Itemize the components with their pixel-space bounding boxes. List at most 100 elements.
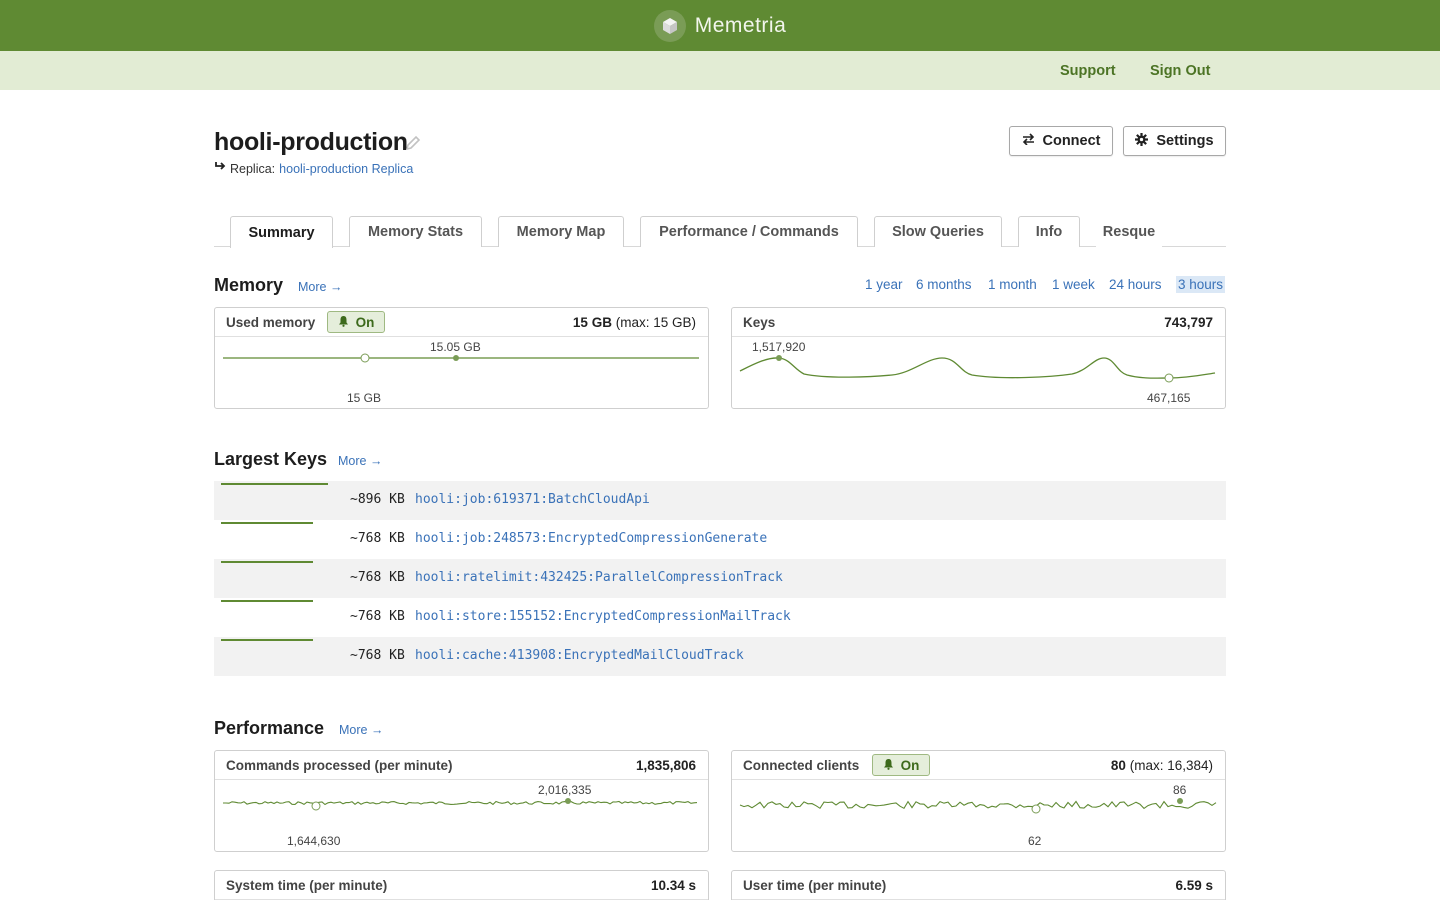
- range-24-hours[interactable]: 24 hours: [1107, 276, 1164, 293]
- system-time-value: 10.34 s: [650, 878, 696, 893]
- system-time-value-wrap: 10.34 s: [651, 878, 696, 893]
- used-memory-alert-toggle[interactable]: On: [327, 311, 385, 333]
- tab-slow-queries[interactable]: Slow Queries: [874, 216, 1002, 247]
- settings-button[interactable]: Settings: [1123, 126, 1226, 156]
- commands-min-marker: [311, 801, 321, 811]
- list-item: ~768 KB hooli:cache:413908:EncryptedMail…: [214, 637, 1226, 676]
- clients-alert-label: On: [900, 757, 920, 773]
- user-time-label: User time (per minute): [743, 878, 887, 893]
- key-size: ~896 KB: [350, 492, 405, 507]
- largest-keys-more-link[interactable]: More →: [338, 454, 382, 468]
- used-memory-min-label: 15 GB: [347, 391, 382, 405]
- clients-min-label: 62: [1028, 834, 1042, 848]
- range-1-week[interactable]: 1 week: [1050, 276, 1097, 293]
- performance-heading: Performance: [214, 718, 325, 738]
- used-memory-max: (max: 15 GB): [615, 315, 696, 330]
- key-size-bar: [221, 639, 313, 641]
- commands-value-wrap: 1,835,806: [636, 758, 696, 773]
- connect-button[interactable]: Connect: [1009, 126, 1113, 156]
- tab-summary[interactable]: Summary: [230, 216, 333, 248]
- user-time-value: 6.59 s: [1175, 878, 1213, 893]
- performance-more-link[interactable]: More →: [339, 723, 383, 737]
- key-name-link[interactable]: hooli:store:155152:EncryptedCompressionM…: [415, 609, 791, 624]
- key-size-bar: [221, 483, 328, 485]
- key-size-bar: [221, 522, 313, 524]
- clients-value: 80: [1110, 758, 1126, 773]
- system-time-label: System time (per minute): [226, 878, 388, 893]
- app-header: Memetria: [0, 0, 1440, 51]
- support-link[interactable]: Support: [1060, 63, 1116, 79]
- tab-memory-stats[interactable]: Memory Stats: [349, 216, 482, 247]
- key-name-link[interactable]: hooli:job:619371:BatchCloudApi: [415, 492, 650, 507]
- used-memory-value: 15 GB: [572, 315, 612, 330]
- commands-max-marker: [565, 798, 571, 804]
- range-6-months[interactable]: 6 months: [914, 276, 974, 293]
- commands-value: 1,835,806: [635, 758, 696, 773]
- key-name-link[interactable]: hooli:cache:413908:EncryptedMailCloudTra…: [415, 648, 744, 663]
- keys-max-label: 1,517,920: [752, 340, 806, 354]
- clients-card: Connected clients On 80 (max: 16,384) 86…: [731, 750, 1226, 852]
- key-name-link[interactable]: hooli:job:248573:EncryptedCompressionGen…: [415, 531, 767, 546]
- memory-more-link[interactable]: More →: [298, 280, 342, 294]
- used-memory-max-marker: [453, 355, 459, 361]
- keys-card: Keys 743,797 1,517,920 467,165: [731, 307, 1226, 409]
- bell-icon: [883, 758, 901, 773]
- tab-info[interactable]: Info: [1018, 216, 1080, 247]
- clients-chart: 86 62: [732, 780, 1225, 852]
- list-item: ~768 KB hooli:job:248573:EncryptedCompre…: [214, 520, 1226, 559]
- clients-max-marker: [1177, 798, 1183, 804]
- commands-max-label: 2,016,335: [538, 783, 592, 797]
- keys-value: 743,797: [1164, 315, 1213, 330]
- pencil-icon[interactable]: [405, 135, 421, 156]
- sign-out-link[interactable]: Sign Out: [1150, 63, 1210, 79]
- clients-line: [739, 800, 1217, 810]
- commands-label: Commands processed (per minute): [226, 758, 453, 773]
- key-size: ~768 KB: [350, 609, 405, 624]
- replica-link[interactable]: hooli-production Replica: [279, 162, 413, 176]
- commands-card: Commands processed (per minute) 1,835,80…: [214, 750, 709, 852]
- commands-min-label: 1,644,630: [287, 834, 341, 848]
- key-size: ~768 KB: [350, 648, 405, 663]
- list-item: ~768 KB hooli:store:155152:EncryptedComp…: [214, 598, 1226, 637]
- user-time-value-wrap: 6.59 s: [1175, 878, 1213, 893]
- tab-memory-map[interactable]: Memory Map: [498, 216, 624, 247]
- tab-resque[interactable]: Resque: [1096, 216, 1162, 247]
- range-1-year[interactable]: 1 year: [863, 276, 905, 293]
- keys-min-marker: [1164, 373, 1174, 383]
- settings-label: Settings: [1156, 133, 1214, 149]
- used-memory-label: Used memory: [226, 315, 316, 330]
- range-3-hours[interactable]: 3 hours: [1176, 276, 1226, 293]
- key-size: ~768 KB: [350, 570, 405, 585]
- used-memory-chart: 15.05 GB 15 GB: [215, 337, 708, 409]
- keys-line: [739, 357, 1216, 379]
- range-1-month[interactable]: 1 month: [986, 276, 1039, 293]
- app-name: Memetria: [694, 13, 787, 37]
- keys-label: Keys: [743, 315, 776, 330]
- clients-alert-toggle[interactable]: On: [872, 754, 930, 776]
- commands-line: [223, 800, 698, 806]
- swap-arrows-icon: [1022, 133, 1043, 149]
- largest-keys-list: ~896 KB hooli:job:619371:BatchCloudApi ~…: [214, 481, 1226, 676]
- keys-value-wrap: 743,797: [1164, 315, 1213, 330]
- bell-icon: [338, 315, 356, 330]
- largest-keys-heading: Largest Keys: [214, 449, 328, 469]
- keys-max-marker: [776, 355, 782, 361]
- clients-max: (max: 16,384): [1129, 758, 1213, 773]
- tab-performance-commands[interactable]: Performance / Commands: [640, 216, 858, 247]
- key-name-link[interactable]: hooli:ratelimit:432425:ParallelCompressi…: [415, 570, 783, 585]
- commands-chart: 2,016,335 1,644,630: [215, 780, 708, 852]
- page-title: hooli-production: [214, 128, 408, 156]
- clients-value-wrap: 80 (max: 16,384): [1111, 758, 1213, 773]
- used-memory-value-wrap: 15 GB (max: 15 GB): [573, 315, 696, 330]
- replica-label: Replica:: [230, 161, 276, 176]
- clients-min-marker: [1031, 804, 1041, 814]
- clients-max-label: 86: [1173, 783, 1187, 797]
- used-memory-card: Used memory On 15 GB (max: 15 GB) 15.05 …: [214, 307, 709, 409]
- replica-arrow-icon: [214, 161, 226, 176]
- key-size: ~768 KB: [350, 531, 405, 546]
- connect-label: Connect: [1042, 133, 1101, 149]
- gear-icon: [1135, 132, 1156, 150]
- used-memory-alert-label: On: [355, 314, 375, 330]
- user-time-card: User time (per minute) 6.59 s: [731, 870, 1226, 900]
- system-time-card: System time (per minute) 10.34 s: [214, 870, 709, 900]
